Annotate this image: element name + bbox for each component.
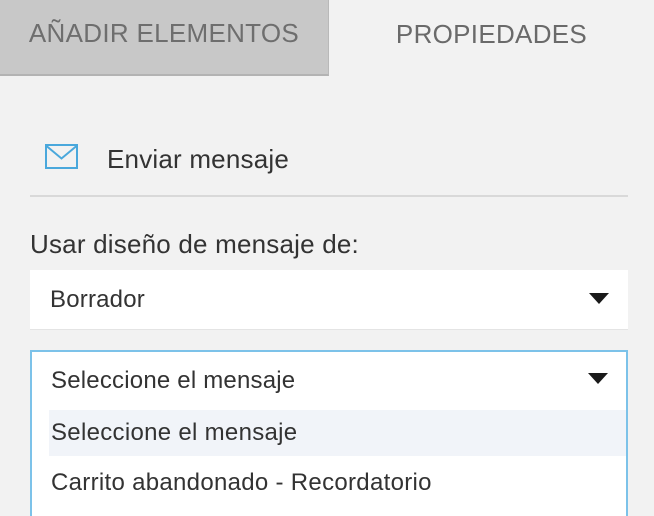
message-options-list: Seleccione el mensaje Carrito abandonado… xyxy=(49,410,626,516)
chevron-down-icon xyxy=(588,373,608,384)
message-option[interactable]: Seleccione el mensaje xyxy=(49,410,626,456)
tab-properties[interactable]: PROPIEDADES xyxy=(329,0,654,76)
message-select-value: Seleccione el mensaje xyxy=(51,367,296,394)
chevron-down-icon xyxy=(589,293,609,304)
mail-icon xyxy=(45,144,78,169)
message-select[interactable]: Seleccione el mensaje Seleccione el mens… xyxy=(30,350,628,516)
message-option[interactable]: Carrito abandonado - Recordatorio xyxy=(49,460,626,506)
properties-panel: AÑADIR ELEMENTOS PROPIEDADES Enviar mens… xyxy=(0,0,654,516)
design-source-select[interactable]: Borrador xyxy=(30,270,628,330)
action-header: Enviar mensaje xyxy=(30,120,628,197)
design-source-value: Borrador xyxy=(50,286,145,313)
tab-bar: AÑADIR ELEMENTOS PROPIEDADES xyxy=(0,0,654,76)
design-source-label: Usar diseño de mensaje de: xyxy=(30,229,359,259)
tab-add-elements-label: AÑADIR ELEMENTOS xyxy=(28,17,300,48)
tab-properties-label: PROPIEDADES xyxy=(395,18,588,49)
tab-add-elements[interactable]: AÑADIR ELEMENTOS xyxy=(0,0,329,76)
action-title: Enviar mensaje xyxy=(107,144,289,174)
